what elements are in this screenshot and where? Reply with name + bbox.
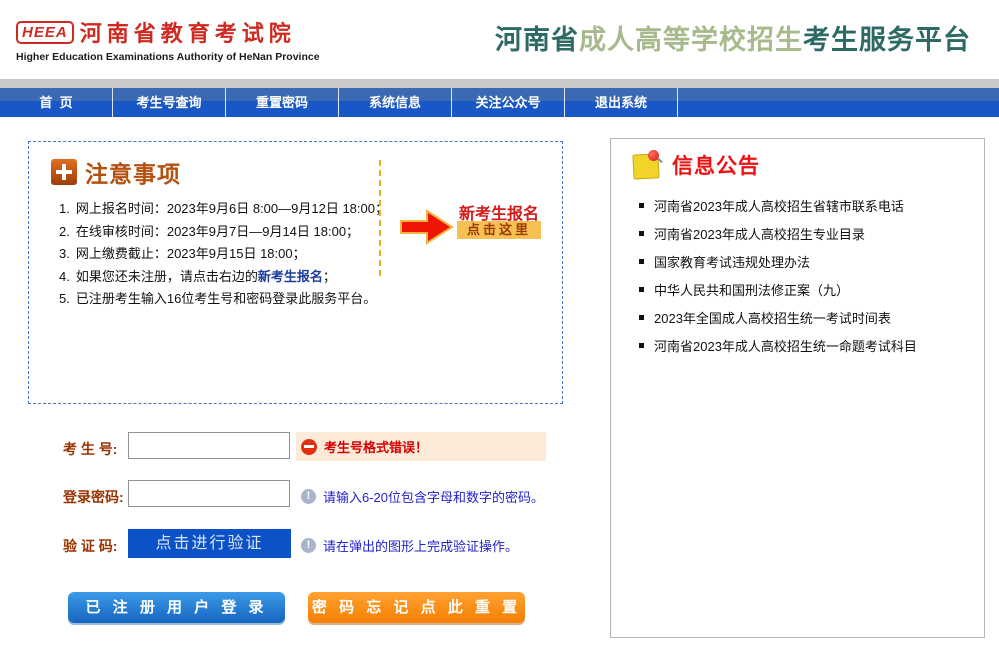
dashed-divider [379, 160, 381, 276]
nav-item-follow-account[interactable]: 关注公众号 [452, 88, 565, 117]
bullet-icon [639, 315, 644, 320]
header-divider [0, 79, 999, 88]
notice-item-text: 网上报名时间：2023年9月6日 8:00—9月12日 18:00； [76, 201, 388, 216]
notice-panel-title: 注意事项 [85, 155, 181, 189]
notice-item-number: 4. [59, 269, 70, 284]
notice-item-text: 在线审核时间：2023年9月7日—9月14日 18:00； [76, 224, 359, 239]
notice-list: 1.网上报名时间：2023年9月6日 8:00—9月12日 18:00； 2. 在… [59, 198, 374, 311]
heea-logo-icon: HEEA [16, 21, 74, 44]
plus-icon [51, 159, 77, 185]
logo-chinese-name: 河南省教育考试院 [80, 16, 296, 48]
nav-item-system-info[interactable]: 系统信息 [339, 88, 452, 117]
notice-item-text: 如果您还未注册，请点击右边的 [76, 269, 258, 284]
announcement-panel: 信息公告 河南省2023年成人高校招生省辖市联系电话 河南省2023年成人高校招… [610, 138, 985, 638]
notice-panel: 注意事项 1.网上报名时间：2023年9月6日 8:00—9月12日 18:00… [28, 141, 563, 404]
notice-item-number: 5. [59, 291, 70, 306]
title-part-platform: 考生服务平台 [803, 25, 971, 55]
notice-item-number: 2. [59, 224, 70, 239]
nav-item-reset-password[interactable]: 重置密码 [226, 88, 339, 117]
announcement-text[interactable]: 河南省2023年成人高校招生专业目录 [654, 224, 865, 243]
captcha-hint-text: 请在弹出的图形上完成验证操作。 [323, 536, 518, 555]
registered-user-login-button[interactable]: 已 注 册 用 户 登 录 [68, 592, 285, 623]
candidate-id-label: 考 生 号: [63, 439, 117, 459]
notice-item: 1.网上报名时间：2023年9月6日 8:00—9月12日 18:00； [59, 198, 374, 221]
announcement-link[interactable]: 中华人民共和国刑法修正案（九） [639, 280, 849, 299]
info-icon: ! [301, 538, 316, 553]
password-hint-text: 请输入6-20位包含字母和数字的密码。 [323, 487, 544, 506]
announcement-text[interactable]: 2023年全国成人高校招生统一考试时间表 [654, 308, 891, 327]
notice-item-number: 3. [59, 246, 70, 261]
id-error-text: 考生号格式错误！ [324, 437, 428, 456]
password-hint-row: ! 请输入6-20位包含字母和数字的密码。 [301, 487, 544, 506]
notice-item: 4. 如果您还未注册，请点击右边的新考生报名； [59, 266, 374, 289]
notice-item: 2. 在线审核时间：2023年9月7日—9月14日 18:00； [59, 221, 374, 244]
notice-item-text: 已注册考生输入16位考生号和密码登录此服务平台。 [76, 291, 376, 306]
bullet-icon [639, 231, 644, 236]
nav-item-logout[interactable]: 退出系统 [565, 88, 678, 117]
notice-item: 5. 已注册考生输入16位考生号和密码登录此服务平台。 [59, 288, 374, 311]
password-input[interactable] [128, 480, 290, 507]
announcement-text[interactable]: 国家教育考试违规处理办法 [654, 252, 810, 271]
bullet-icon [639, 203, 644, 208]
announcement-text[interactable]: 河南省2023年成人高校招生统一命题考试科目 [654, 336, 917, 355]
forgot-password-reset-button[interactable]: 密 码 忘 记 点 此 重 置 [308, 592, 525, 623]
announcement-panel-title: 信息公告 [672, 150, 760, 180]
notice-item-text: 网上缴费截止：2023年9月15日 18:00； [76, 246, 306, 261]
bullet-icon [639, 259, 644, 264]
notice-item-text-post: ； [323, 269, 336, 284]
red-arrow-icon [399, 208, 455, 246]
logo-english-name: Higher Education Examinations Authority … [16, 51, 320, 63]
page-title: 河南省成人高等学校招生考生服务平台 [495, 18, 971, 57]
nav-item-id-query[interactable]: 考生号查询 [113, 88, 226, 117]
info-icon: ! [301, 489, 316, 504]
new-candidate-register-link[interactable]: 新考生报名 [258, 269, 323, 284]
announcement-text[interactable]: 中华人民共和国刑法修正案（九） [654, 280, 849, 299]
captcha-label: 验 证 码: [63, 536, 117, 556]
notice-item-number: 1. [59, 201, 70, 216]
notice-item: 3. 网上缴费截止：2023年9月15日 18:00； [59, 243, 374, 266]
title-part-province: 河南省 [495, 25, 579, 55]
main-nav: 首 页 考生号查询 重置密码 系统信息 关注公众号 退出系统 [0, 88, 999, 117]
page-header: HEEA 河南省教育考试院 Higher Education Examinati… [0, 0, 999, 79]
nav-item-home[interactable]: 首 页 [0, 88, 113, 117]
site-logo: HEEA 河南省教育考试院 Higher Education Examinati… [16, 16, 320, 63]
announcement-link[interactable]: 国家教育考试违规处理办法 [639, 252, 810, 271]
bullet-icon [639, 343, 644, 348]
register-click-here[interactable]: 点击这里 [457, 221, 541, 239]
id-error-message-strip: 考生号格式错误！ [296, 432, 546, 461]
pinned-note-icon [633, 150, 663, 180]
announcement-text[interactable]: 河南省2023年成人高校招生省辖市联系电话 [654, 196, 904, 215]
announcement-link[interactable]: 河南省2023年成人高校招生省辖市联系电话 [639, 196, 904, 215]
announcement-link[interactable]: 河南省2023年成人高校招生统一命题考试科目 [639, 336, 917, 355]
candidate-id-input[interactable] [128, 432, 290, 459]
bullet-icon [639, 287, 644, 292]
error-icon [301, 439, 317, 455]
title-part-program: 成人高等学校招生 [579, 25, 803, 55]
captcha-hint-row: ! 请在弹出的图形上完成验证操作。 [301, 536, 518, 555]
announcement-link[interactable]: 2023年全国成人高校招生统一考试时间表 [639, 308, 891, 327]
captcha-verify-button[interactable]: 点击进行验证 [128, 529, 291, 558]
password-label: 登录密码: [63, 487, 124, 507]
announcement-link[interactable]: 河南省2023年成人高校招生专业目录 [639, 224, 865, 243]
